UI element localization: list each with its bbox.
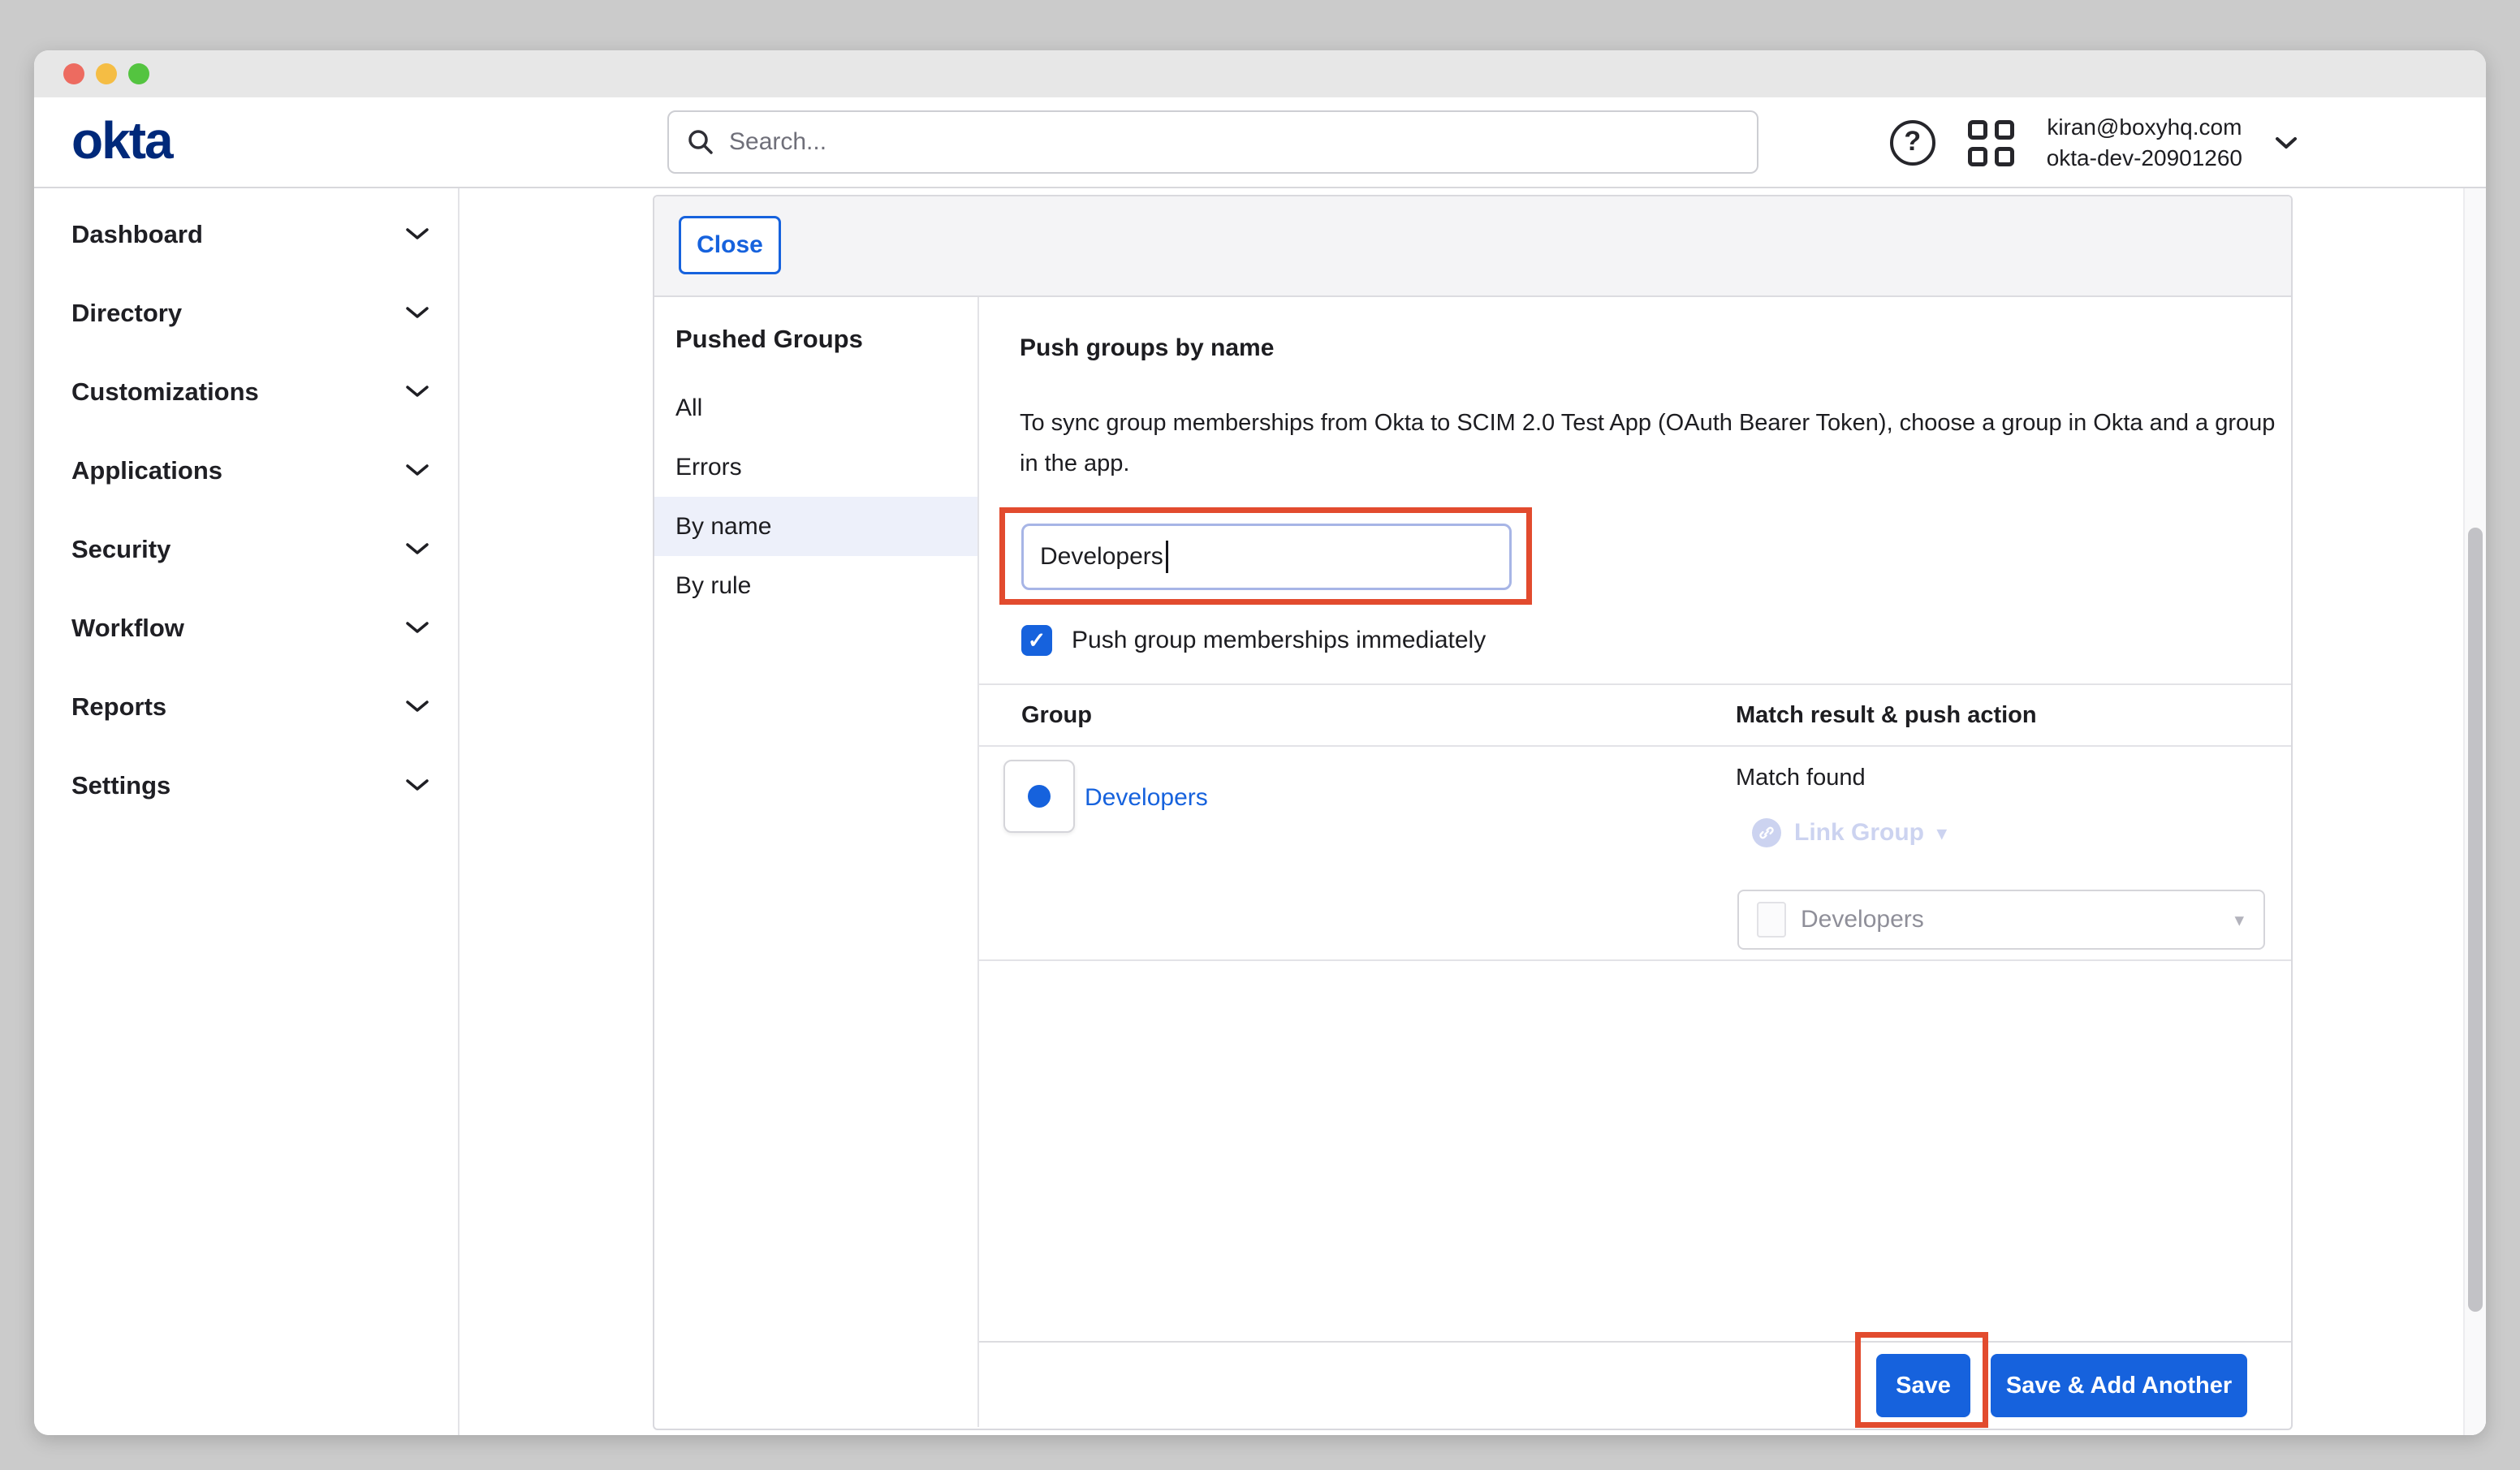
push-by-name-heading: Push groups by name xyxy=(1020,334,1274,362)
annotation-highlight-save-button xyxy=(1855,1332,1988,1428)
sidebar-item-customizations[interactable]: Customizations xyxy=(34,352,458,431)
match-table-header: Group Match result & push action xyxy=(979,683,2291,747)
sidebar-item-security[interactable]: Security xyxy=(34,510,458,588)
window-titlebar xyxy=(34,50,2486,97)
panel-footer: Save Save & Add Another xyxy=(979,1341,2291,1427)
match-table-row: Developers Match found xyxy=(979,747,2291,961)
column-group: Group xyxy=(979,702,1736,729)
window-minimize-button[interactable] xyxy=(96,63,117,84)
top-header: okta Search... ? kiran@boxyhq.com okta-d… xyxy=(34,97,2486,188)
search-icon xyxy=(687,128,714,156)
pushed-groups-title: Pushed Groups xyxy=(654,313,977,365)
apps-grid-icon[interactable] xyxy=(1968,120,2014,166)
sidebar-nav: Dashboard Directory Customizations Appli… xyxy=(34,188,460,1435)
app-group-select[interactable]: Developers ▾ xyxy=(1737,890,2265,950)
scrollbar-thumb[interactable] xyxy=(2468,528,2483,1312)
sidebar-item-workflow[interactable]: Workflow xyxy=(34,588,458,667)
match-status-text: Match found xyxy=(1736,765,1866,791)
panel-topbar: Close xyxy=(654,196,2291,297)
account-menu[interactable]: kiran@boxyhq.com okta-dev-20901260 xyxy=(2047,112,2242,174)
vertical-scrollbar[interactable] xyxy=(2463,188,2486,1435)
pushed-groups-nav: Pushed Groups All Errors By name By rule xyxy=(654,297,979,1427)
main-content: Close Pushed Groups All Errors By name B… xyxy=(460,188,2486,1435)
sidebar-item-settings[interactable]: Settings xyxy=(34,746,458,825)
okta-logo: okta xyxy=(71,110,172,170)
chevron-down-icon xyxy=(406,307,429,319)
close-button[interactable]: Close xyxy=(679,216,781,274)
global-search-input[interactable]: Search... xyxy=(667,110,1758,174)
pushed-groups-tab-all[interactable]: All xyxy=(654,378,977,438)
chevron-down-icon xyxy=(406,622,429,634)
sidebar-item-dashboard[interactable]: Dashboard xyxy=(34,195,458,274)
text-cursor xyxy=(1166,541,1168,573)
link-icon xyxy=(1752,818,1781,847)
app-group-placeholder-icon xyxy=(1757,902,1786,938)
link-group-caret-icon: ▾ xyxy=(1937,822,1947,844)
annotation-highlight-group-input: Developers xyxy=(999,507,1532,605)
immediate-push-label: Push group memberships immediately xyxy=(1072,627,1486,654)
account-chevron-down-icon[interactable] xyxy=(2275,136,2298,149)
chevron-down-icon xyxy=(406,386,429,398)
select-caret-icon: ▾ xyxy=(2234,909,2244,931)
sidebar-item-reports[interactable]: Reports xyxy=(34,667,458,746)
push-by-name-description: To sync group memberships from Okta to S… xyxy=(1020,403,2286,484)
pushed-groups-tab-errors[interactable]: Errors xyxy=(654,438,977,497)
panel-body: Pushed Groups All Errors By name By rule… xyxy=(654,297,2291,1427)
save-add-another-button[interactable]: Save & Add Another xyxy=(1991,1354,2247,1417)
window-zoom-button[interactable] xyxy=(128,63,149,84)
chevron-down-icon xyxy=(406,701,429,713)
chevron-down-icon xyxy=(406,543,429,555)
app-body: Dashboard Directory Customizations Appli… xyxy=(34,188,2486,1435)
link-group-button[interactable]: Link Group ▾ xyxy=(1752,818,1947,847)
help-icon[interactable]: ? xyxy=(1890,120,1935,166)
account-email: kiran@boxyhq.com xyxy=(2047,112,2242,143)
match-result-cell: Match found Lin xyxy=(1736,747,2293,961)
account-org: okta-dev-20901260 xyxy=(2047,143,2242,174)
group-name-input[interactable]: Developers xyxy=(1021,524,1512,590)
chevron-down-icon xyxy=(406,228,429,240)
chevron-down-icon xyxy=(406,464,429,476)
immediate-push-row: ✓ Push group memberships immediately xyxy=(1021,625,1486,656)
search-placeholder: Search... xyxy=(729,128,826,156)
sidebar-item-directory[interactable]: Directory xyxy=(34,274,458,352)
header-right-cluster: ? kiran@boxyhq.com okta-dev-20901260 xyxy=(1890,97,2298,188)
group-name-input-value: Developers xyxy=(1040,543,1163,571)
app-window: okta Search... ? kiran@boxyhq.com okta-d… xyxy=(34,50,2486,1435)
okta-group-card xyxy=(1003,760,1075,833)
sidebar-item-applications[interactable]: Applications xyxy=(34,431,458,510)
push-groups-panel: Close Pushed Groups All Errors By name B… xyxy=(653,195,2293,1430)
chevron-down-icon xyxy=(406,779,429,791)
window-close-button[interactable] xyxy=(63,63,84,84)
pushed-groups-tab-by-rule[interactable]: By rule xyxy=(654,556,977,615)
pushed-groups-tab-by-name[interactable]: By name xyxy=(654,497,977,556)
immediate-push-checkbox[interactable]: ✓ xyxy=(1021,625,1052,656)
link-group-label: Link Group xyxy=(1794,819,1924,847)
app-group-selected-value: Developers xyxy=(1801,906,2234,933)
okta-group-link[interactable]: Developers xyxy=(1085,784,1208,812)
push-by-name-content: Push groups by name To sync group member… xyxy=(979,297,2291,1427)
group-ring-icon xyxy=(1028,785,1051,808)
column-match-result: Match result & push action xyxy=(1736,702,2037,729)
